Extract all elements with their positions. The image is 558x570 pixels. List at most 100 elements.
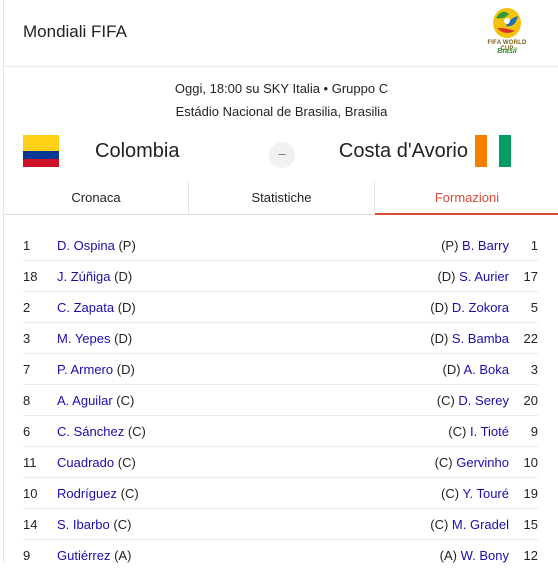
left-player-role: (C) <box>116 393 135 408</box>
right-player-role: (C) <box>436 393 455 408</box>
match-card: Mondiali FIFA FIFA WORLD CUP Brasil Oggi… <box>3 0 558 563</box>
right-player: (C) Y. Touré <box>441 486 509 501</box>
right-player-name[interactable]: S. Aurier <box>459 269 509 284</box>
left-player: P. Armero (D) <box>57 362 135 377</box>
right-player: (C) M. Gradel <box>430 517 509 532</box>
right-player-name[interactable]: W. Bony <box>461 548 509 563</box>
left-player: C. Zapata (D) <box>57 300 136 315</box>
left-player-role: (D) <box>114 331 133 346</box>
right-player-number: 1 <box>530 238 538 253</box>
left-player-role: (D) <box>116 362 135 377</box>
right-player-number: 19 <box>523 486 538 501</box>
left-player-number: 18 <box>23 269 38 284</box>
left-player-number: 9 <box>23 548 31 563</box>
tab-formazioni[interactable]: Formazioni <box>375 182 558 215</box>
left-player-number: 6 <box>23 424 31 439</box>
right-player-number: 5 <box>530 300 538 315</box>
right-player-name[interactable]: Y. Touré <box>462 486 509 501</box>
right-player: (D) S. Aurier <box>437 269 509 284</box>
right-player-name[interactable]: D. Serey <box>458 393 509 408</box>
right-player-role: (D) <box>437 269 456 284</box>
tab-bar: Cronaca Statistiche Formazioni <box>4 182 558 215</box>
lineup-row: 6 C. Sánchez (C) (C) I. Tioté 9 <box>23 416 538 447</box>
right-player-number: 17 <box>523 269 538 284</box>
left-player-number: 14 <box>23 517 38 532</box>
lineup-row: 10 Rodríguez (C) (C) Y. Touré 19 <box>23 478 538 509</box>
world-cup-logo: FIFA WORLD CUP Brasil <box>482 6 532 58</box>
match-info-venue: Estádio Nacional de Brasilia, Brasilia <box>175 104 388 119</box>
right-player: (D) S. Bamba <box>430 331 509 346</box>
left-player-name[interactable]: P. Armero <box>57 362 113 377</box>
left-player: A. Aguilar (C) <box>57 393 134 408</box>
match-info-time: Oggi, 18:00 su SKY Italia • Gruppo C <box>174 81 389 96</box>
right-player-name[interactable]: D. Zokora <box>452 300 509 315</box>
left-player: Gutiérrez (A) <box>57 548 131 563</box>
right-player-name[interactable]: B. Barry <box>462 238 509 253</box>
left-player-name[interactable]: Cuadrado <box>57 455 114 470</box>
right-player-number: 10 <box>523 455 538 470</box>
lineup-row: 8 A. Aguilar (C) (C) D. Serey 20 <box>23 385 538 416</box>
right-player-number: 20 <box>523 393 538 408</box>
left-player-number: 8 <box>23 393 31 408</box>
left-player-name[interactable]: J. Zúñiga <box>57 269 110 284</box>
right-player-role: (C) <box>434 455 453 470</box>
left-player-name[interactable]: C. Sánchez <box>57 424 124 439</box>
left-player-role: (P) <box>118 238 136 253</box>
left-player-number: 2 <box>23 300 31 315</box>
right-player-number: 15 <box>523 517 538 532</box>
right-player-number: 9 <box>530 424 538 439</box>
left-player-role: (D) <box>117 300 136 315</box>
left-player: Cuadrado (C) <box>57 455 136 470</box>
right-player: (A) W. Bony <box>440 548 509 563</box>
left-player-name[interactable]: C. Zapata <box>57 300 114 315</box>
left-player-number: 1 <box>23 238 31 253</box>
left-player: M. Yepes (D) <box>57 331 132 346</box>
right-player-role: (D) <box>430 331 449 346</box>
left-player-number: 11 <box>23 455 37 470</box>
lineup-row: 18 J. Zúñiga (D) (D) S. Aurier 17 <box>23 261 538 292</box>
right-player-number: 12 <box>523 548 538 563</box>
left-player-name[interactable]: Rodríguez <box>57 486 117 501</box>
left-player-role: (C) <box>117 455 136 470</box>
left-player: Rodríguez (C) <box>57 486 139 501</box>
lineup-row: 1 D. Ospina (P) (P) B. Barry 1 <box>23 230 538 261</box>
left-player-name[interactable]: S. Ibarbo <box>57 517 110 532</box>
right-player: (C) I. Tioté <box>448 424 509 439</box>
right-player-number: 22 <box>523 331 538 346</box>
lineup-row: 9 Gutiérrez (A) (A) W. Bony 12 <box>23 540 538 570</box>
right-player-role: (D) <box>430 300 449 315</box>
ivory-coast-flag-icon <box>475 135 511 167</box>
left-player-role: (D) <box>114 269 133 284</box>
left-player-name[interactable]: M. Yepes <box>57 331 111 346</box>
tab-cronaca[interactable]: Cronaca <box>4 182 189 214</box>
left-player-name[interactable]: D. Ospina <box>57 238 115 253</box>
lineup-row: 14 S. Ibarbo (C) (C) M. Gradel 15 <box>23 509 538 540</box>
right-player-role: (C) <box>441 486 460 501</box>
lineup-list: 1 D. Ospina (P) (P) B. Barry 1 18 J. Zúñiga (… <box>23 230 538 570</box>
right-player-name[interactable]: Gervinho <box>456 455 509 470</box>
page-title: Mondiali FIFA <box>23 22 127 41</box>
right-player-name[interactable]: S. Bamba <box>452 331 509 346</box>
left-player: J. Zúñiga (D) <box>57 269 132 284</box>
right-player-name[interactable]: I. Tioté <box>470 424 509 439</box>
right-player-role: (D) <box>442 362 461 377</box>
left-player-number: 10 <box>23 486 38 501</box>
team-left-name[interactable]: Colombia <box>95 140 179 163</box>
right-player: (C) D. Serey <box>437 393 509 408</box>
right-player-role: (C) <box>448 424 467 439</box>
tab-statistiche[interactable]: Statistiche <box>189 182 375 214</box>
left-player-name[interactable]: Gutiérrez <box>57 548 110 563</box>
right-player-name[interactable]: A. Boka <box>463 362 509 377</box>
left-player-number: 7 <box>23 362 31 377</box>
left-player-role: (A) <box>114 548 132 563</box>
right-player-number: 3 <box>530 362 538 377</box>
card-header: Mondiali FIFA FIFA WORLD CUP Brasil <box>4 0 558 67</box>
team-right-name[interactable]: Costa d'Avorio <box>339 140 468 163</box>
right-player-name[interactable]: M. Gradel <box>452 517 509 532</box>
left-player-role: (C) <box>120 486 139 501</box>
colombia-flag-icon <box>23 135 59 167</box>
left-player: S. Ibarbo (C) <box>57 517 131 532</box>
lineup-row: 3 M. Yepes (D) (D) S. Bamba 22 <box>23 323 538 354</box>
left-player-name[interactable]: A. Aguilar <box>57 393 113 408</box>
right-player: (D) D. Zokora <box>430 300 509 315</box>
